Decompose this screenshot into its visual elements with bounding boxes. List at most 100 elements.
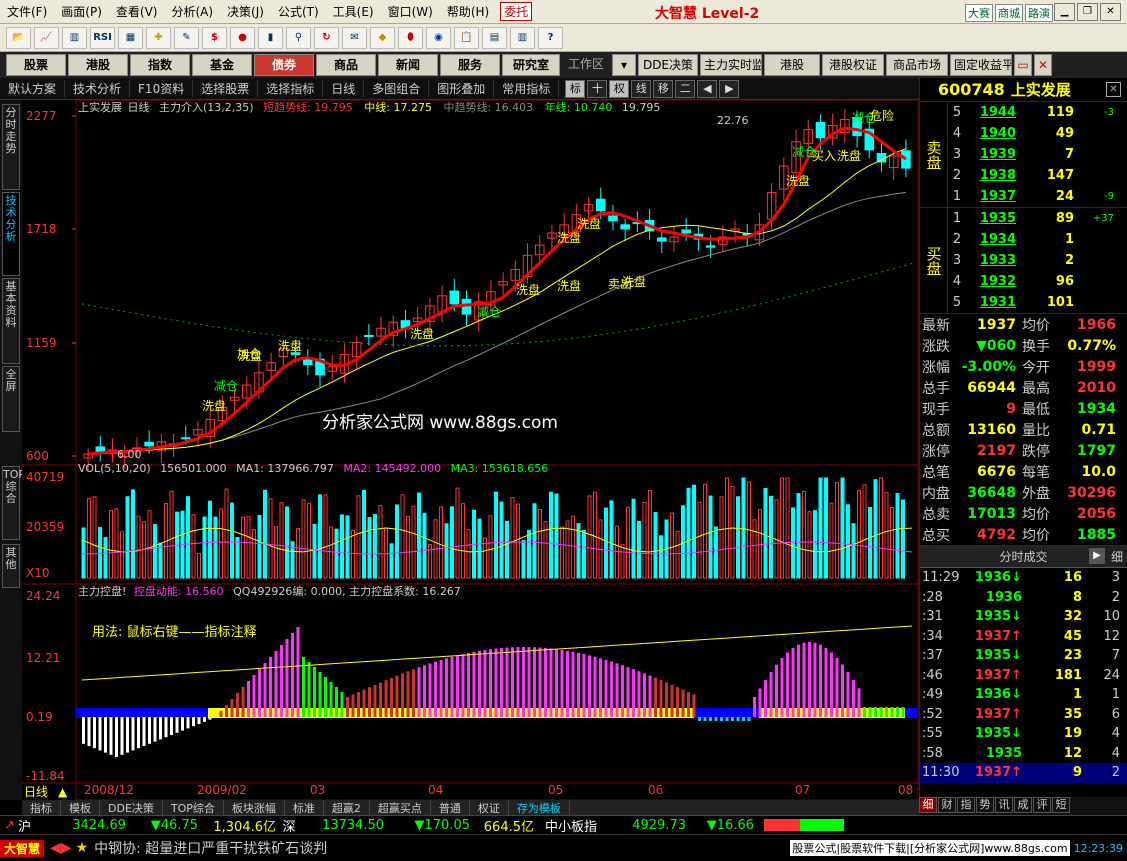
ticker-prev-icon[interactable]: ◀▶ (50, 840, 72, 856)
prev-icon[interactable]: ◀ (697, 79, 718, 98)
tick-row[interactable]: :58 1935 12 4 (920, 744, 1127, 764)
close-icon[interactable]: ✕ (1100, 3, 1121, 21)
sell-row[interactable]: 2 1938 147 (948, 165, 1127, 186)
buy-row[interactable]: 3 1933 2 (948, 250, 1127, 271)
menu-view[interactable]: 查看(V) (109, 3, 165, 20)
btab-normal[interactable]: 普通 (431, 800, 470, 815)
nav-main-monitor[interactable]: 主力实时监 (700, 54, 762, 76)
tick-row[interactable]: :49 1936↓ 1 1 (920, 685, 1127, 705)
vtab-tech-analysis[interactable]: 技术分析 (2, 192, 20, 276)
entrust-button[interactable]: 委托 (500, 2, 533, 21)
sme-label[interactable]: 中小板指 (534, 816, 608, 835)
btab-warrant[interactable]: 权证 (470, 800, 509, 815)
btab-chaoying-buy[interactable]: 超赢买点 (370, 800, 431, 815)
sell-row[interactable]: 1 1937 24 -9 (948, 186, 1127, 207)
overlay-button[interactable]: 图形叠加 (429, 80, 495, 97)
tech-analysis-dropdown[interactable]: 技术分析 (65, 80, 131, 97)
f10-button[interactable]: F10资料 (130, 80, 194, 97)
nav-stocks[interactable]: 股票 (6, 54, 66, 76)
vtab-fullscreen[interactable]: 全屏 (2, 366, 20, 432)
menu-formula[interactable]: 公式(T) (271, 3, 326, 20)
crosshair-toggle[interactable]: 十 (587, 79, 608, 98)
grid-icon[interactable]: ▦ (118, 26, 143, 49)
sell-row[interactable]: 5 1944 119 -3 (948, 102, 1127, 123)
rtab-finance[interactable]: 财 (938, 797, 956, 813)
tick-expand-icon[interactable]: ▶ (1089, 548, 1105, 564)
menu-analysis[interactable]: 分析(A) (164, 3, 220, 20)
ticker-headline[interactable]: 中钢协: 超量进口严重干扰铁矿石谈判 (94, 838, 564, 858)
sz-label[interactable]: 深 (276, 816, 302, 835)
close-quote-icon[interactable]: ✕ (1106, 82, 1121, 97)
common-indicator-button[interactable]: 常用指标 (494, 80, 560, 97)
chart-icon[interactable]: 📈 (34, 26, 59, 49)
btab-indicator[interactable]: 指标 (22, 800, 61, 815)
vtab-other[interactable]: 其他 (2, 544, 20, 588)
refresh-icon[interactable]: ↻ (314, 26, 339, 49)
menu-tools[interactable]: 工具(E) (326, 3, 381, 20)
minimize-icon[interactable]: ▁ (1054, 3, 1075, 21)
menu-help[interactable]: 帮助(H) (440, 3, 496, 20)
rtab-short[interactable]: 短 (1052, 797, 1070, 813)
btab-top[interactable]: TOP综合 (163, 800, 224, 815)
mall-link[interactable]: 商城 (995, 4, 1023, 22)
restore-icon[interactable]: ▭ (1014, 54, 1032, 76)
rtab-trend[interactable]: 势 (976, 797, 994, 813)
btab-save-template[interactable]: 存为模板 (509, 800, 570, 815)
select-indicator-button[interactable]: 选择指标 (258, 80, 324, 97)
vtab-intraday[interactable]: 分时走势 (2, 104, 20, 190)
tick-row[interactable]: :52 1937↑ 35 6 (920, 705, 1127, 725)
menu-file[interactable]: 文件(F) (0, 3, 54, 20)
nav-bond[interactable]: 债券 (254, 54, 314, 76)
btab-standard[interactable]: 标准 (285, 800, 324, 815)
tick-row[interactable]: :37 1935↓ 23 7 (920, 646, 1127, 666)
globe-icon[interactable]: ◉ (426, 26, 451, 49)
second-toggle[interactable]: 二 (675, 79, 696, 98)
kline-chart-svg[interactable]: 2277 1718 1159 600 上实发展 日线 主力介入(13,2,35)… (22, 99, 919, 801)
buy-row[interactable]: 5 1931 101 (948, 292, 1127, 313)
rtab-deal[interactable]: 成 (1014, 797, 1032, 813)
buy-row[interactable]: 4 1932 96 (948, 271, 1127, 292)
menu-window[interactable]: 窗口(W) (381, 3, 440, 20)
sell-row[interactable]: 4 1940 49 (948, 123, 1127, 144)
clipboard-icon[interactable]: 📋 (454, 26, 479, 49)
period-arrow-icon[interactable]: ▲ (58, 785, 68, 799)
sh-label[interactable]: 沪 (18, 816, 48, 835)
workspace-dropdown-icon[interactable]: ▾ (612, 54, 636, 76)
help-icon[interactable]: ? (538, 26, 563, 49)
bars-icon[interactable]: ▮ (258, 26, 283, 49)
btab-sector[interactable]: 板块涨幅 (224, 800, 285, 815)
nav-hk-warrant[interactable]: 港股权证 (822, 54, 884, 76)
rights-toggle[interactable]: 权 (609, 79, 630, 98)
move-toggle[interactable]: 移 (653, 79, 674, 98)
tick-row[interactable]: :55 1935↓ 19 4 (920, 724, 1127, 744)
tick-row[interactable]: 11:29 1936↓ 16 3 (920, 568, 1127, 588)
buy-row[interactable]: 2 1934 1 (948, 229, 1127, 250)
multi-chart-button[interactable]: 多图组合 (364, 80, 430, 97)
nav-index[interactable]: 指数 (130, 54, 190, 76)
btab-chaoying2[interactable]: 超赢2 (324, 800, 370, 815)
buy-row[interactable]: 1 1935 89 +37 (948, 208, 1127, 229)
nav-dde[interactable]: DDE决策 (638, 54, 698, 76)
binoculars-icon[interactable]: ⚲ (286, 26, 311, 49)
nav-hk2[interactable]: 港股 (764, 54, 820, 76)
vtab-basic-info[interactable]: 基本资料 (2, 278, 20, 364)
tick-row[interactable]: :31 1935↓ 32 10 (920, 607, 1127, 627)
btab-dde[interactable]: DDE决策 (100, 800, 163, 815)
period-label[interactable]: 日线 (24, 785, 48, 799)
contest-link[interactable]: 大赛 (965, 4, 993, 22)
nav-fund[interactable]: 基金 (192, 54, 252, 76)
egg-icon[interactable]: ⬮ (398, 26, 423, 49)
scheme-dropdown[interactable]: 默认方案 (0, 80, 66, 97)
tick-detail-toggle[interactable]: 细 (1111, 548, 1123, 565)
workspace-label[interactable]: 工作区 (562, 54, 610, 76)
vtab-top[interactable]: TOP综合 (2, 466, 25, 540)
rtab-detail[interactable]: 细 (919, 797, 937, 813)
envelope-icon[interactable]: ✉ (342, 26, 367, 49)
rtab-index[interactable]: 指 (957, 797, 975, 813)
kline-icon[interactable]: ▥ (62, 26, 87, 49)
chart-area[interactable]: 2277 1718 1159 600 上实发展 日线 主力介入(13,2,35)… (22, 99, 919, 801)
nav-commodity[interactable]: 商品 (316, 54, 376, 76)
sell-row[interactable]: 3 1939 7 (948, 144, 1127, 165)
crosshair-icon[interactable]: ✚ (146, 26, 171, 49)
books-icon[interactable]: ▥ (510, 26, 535, 49)
